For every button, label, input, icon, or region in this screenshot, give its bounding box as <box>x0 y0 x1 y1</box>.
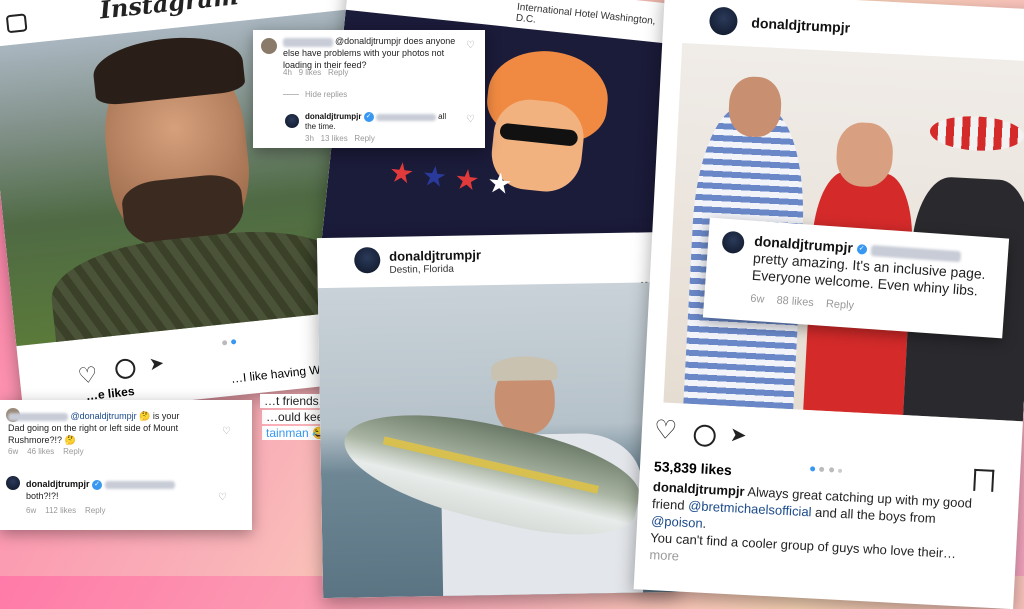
carousel-dots <box>221 331 237 350</box>
reply-link[interactable]: Reply <box>826 298 855 312</box>
reply-avatar <box>285 114 299 128</box>
heart-icon[interactable]: ♡ <box>466 114 475 125</box>
cap <box>490 355 558 382</box>
reply-username[interactable]: donaldjtrumpjr <box>305 112 361 121</box>
blurred-mention <box>104 480 175 489</box>
bookmark-icon[interactable] <box>973 468 995 492</box>
fishing-photo <box>317 281 679 599</box>
more-link[interactable]: more <box>649 547 679 564</box>
reply-reply-link[interactable]: Reply <box>85 506 105 515</box>
reply-link[interactable]: Reply <box>328 68 348 77</box>
comment-likes: 9 likes <box>298 68 322 77</box>
comment-text-3: Rushmore?!? 🤔 <box>8 435 76 445</box>
verified-icon: ✓ <box>363 112 374 122</box>
share-icon[interactable]: ➤ <box>729 422 747 448</box>
reply-text-2: the time. <box>305 122 336 131</box>
user-avatar[interactable] <box>708 6 739 36</box>
reply-reply-link[interactable]: Reply <box>354 134 374 143</box>
comment-likes: 46 likes <box>27 447 55 456</box>
carousel-dots <box>810 458 843 478</box>
reply-time: 3h <box>305 134 314 143</box>
heart-icon[interactable]: ♡ <box>653 414 678 446</box>
comment-time: 4h <box>283 68 292 77</box>
comment-icon[interactable] <box>114 357 137 380</box>
camera-icon[interactable] <box>5 13 28 34</box>
comment-likes: 88 likes <box>776 294 815 310</box>
caption-line-2c: . <box>702 515 707 531</box>
share-icon[interactable]: ➤ <box>148 353 165 375</box>
comment-time: 6w <box>749 292 765 306</box>
instagram-post-fishing: donaldjtrumpjr Destin, Florida ••• <box>316 231 679 599</box>
post-location[interactable]: Destin, Florida <box>389 264 454 276</box>
comment-popup-right: donaldjtrumpjr ✓ pretty amazing. It's an… <box>702 217 1010 339</box>
heart-icon[interactable]: ♡ <box>218 492 227 503</box>
comment-time: 6w <box>8 447 19 456</box>
reply-likes: 13 likes <box>320 134 348 143</box>
blurred-mention <box>375 113 436 121</box>
hide-replies-link[interactable]: Hide replies <box>283 90 347 99</box>
verified-icon: ✓ <box>92 479 103 490</box>
post-caption: donaldjtrumpjr Always great catching up … <box>649 478 983 580</box>
comment-popup-bottom-left: @donaldjtrumpjr 🤔 is your Dad going on t… <box>0 400 252 530</box>
reply-avatar <box>721 230 745 255</box>
comment-text-1: 🤔 is your <box>139 411 180 421</box>
commenter-avatar <box>261 38 277 54</box>
reply-text-1: all <box>438 112 447 122</box>
comment-text: @donaldjtrumpjr does anyone else have pr… <box>283 36 456 70</box>
likes-count[interactable]: 53,839 likes <box>654 458 733 478</box>
reply-link[interactable]: Reply <box>63 447 83 456</box>
heart-icon[interactable]: ♡ <box>77 362 99 390</box>
verified-icon: ✓ <box>856 244 868 255</box>
comment-icon[interactable] <box>693 424 717 448</box>
reply-avatar <box>6 476 20 490</box>
cowboy-hat <box>929 114 1024 153</box>
user-avatar[interactable] <box>354 247 381 274</box>
reply-likes: 112 likes <box>45 506 77 515</box>
heart-icon[interactable]: ♡ <box>466 40 475 51</box>
reply-time: 6w <box>26 506 37 515</box>
heart-icon[interactable]: ♡ <box>222 426 231 437</box>
instagram-logo: Instagram <box>98 0 240 25</box>
comment-mention[interactable]: @donaldjtrumpjr <box>71 411 137 421</box>
jacket <box>46 221 358 347</box>
blurred-username <box>8 412 68 421</box>
mention-link[interactable]: @poison <box>651 513 703 531</box>
post-username[interactable]: donaldjtrumpjr <box>389 247 481 264</box>
reply-username[interactable]: donaldjtrumpjr <box>26 479 90 489</box>
comment-popup-top: @donaldjtrumpjr does anyone else have pr… <box>253 30 485 148</box>
reply-text: both?!?! <box>26 491 59 501</box>
caption-line-2a: friend <box>651 496 689 513</box>
caption-line-3: You can't find a cooler group of guys wh… <box>649 529 957 561</box>
comment-text-2: Dad going on the right or left side of M… <box>8 423 179 433</box>
post-username[interactable]: donaldjtrumpjr <box>751 15 850 36</box>
